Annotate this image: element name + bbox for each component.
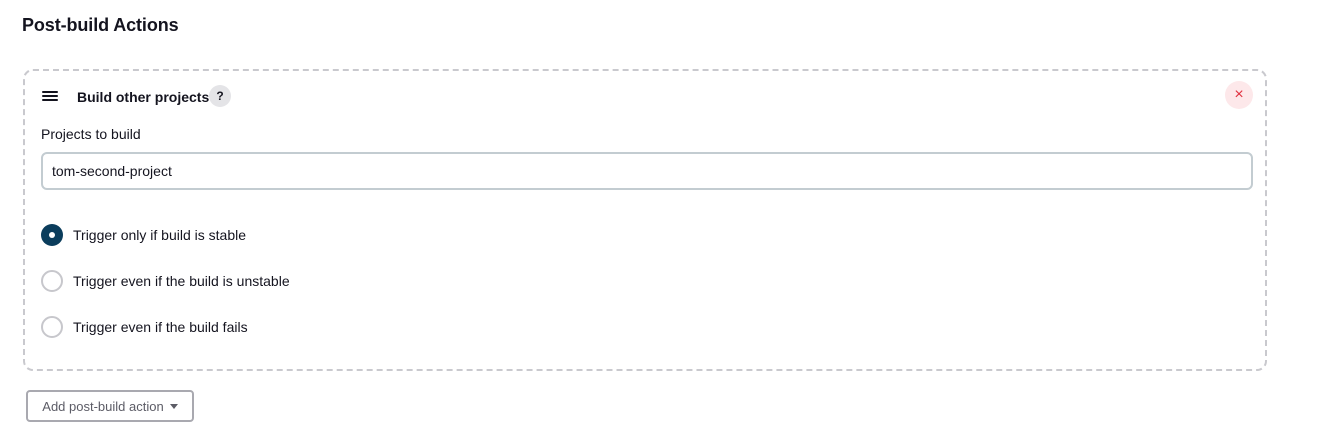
chevron-down-icon [169,404,178,409]
radio-option-unstable[interactable]: Trigger even if the build is unstable [41,270,290,292]
radio-label: Trigger only if build is stable [73,227,247,243]
radio-button[interactable] [41,316,63,338]
radio-option-fails[interactable]: Trigger even if the build fails [41,316,248,338]
close-icon[interactable]: × [1225,81,1253,109]
radio-button[interactable] [41,224,63,246]
drag-handle-icon[interactable] [42,91,58,101]
section-title: Post-build Actions [22,15,179,35]
add-button-label: Add post-build action [42,399,164,414]
projects-to-build-input[interactable] [41,152,1253,190]
projects-to-build-label: Projects to build [41,126,141,142]
add-post-build-action-button[interactable]: Add post-build action [26,390,194,422]
card-title: Build other projects [77,89,210,105]
radio-option-stable[interactable]: Trigger only if build is stable [41,224,246,246]
help-icon[interactable]: ? [209,85,231,107]
radio-button[interactable] [41,270,63,292]
radio-label: Trigger even if the build is unstable [73,273,290,289]
build-other-projects-card: Build other projects ? × Projects to bui… [23,69,1267,371]
post-build-actions-page: Post-build Actions Build other projects … [0,0,1320,433]
radio-label: Trigger even if the build fails [73,319,248,335]
